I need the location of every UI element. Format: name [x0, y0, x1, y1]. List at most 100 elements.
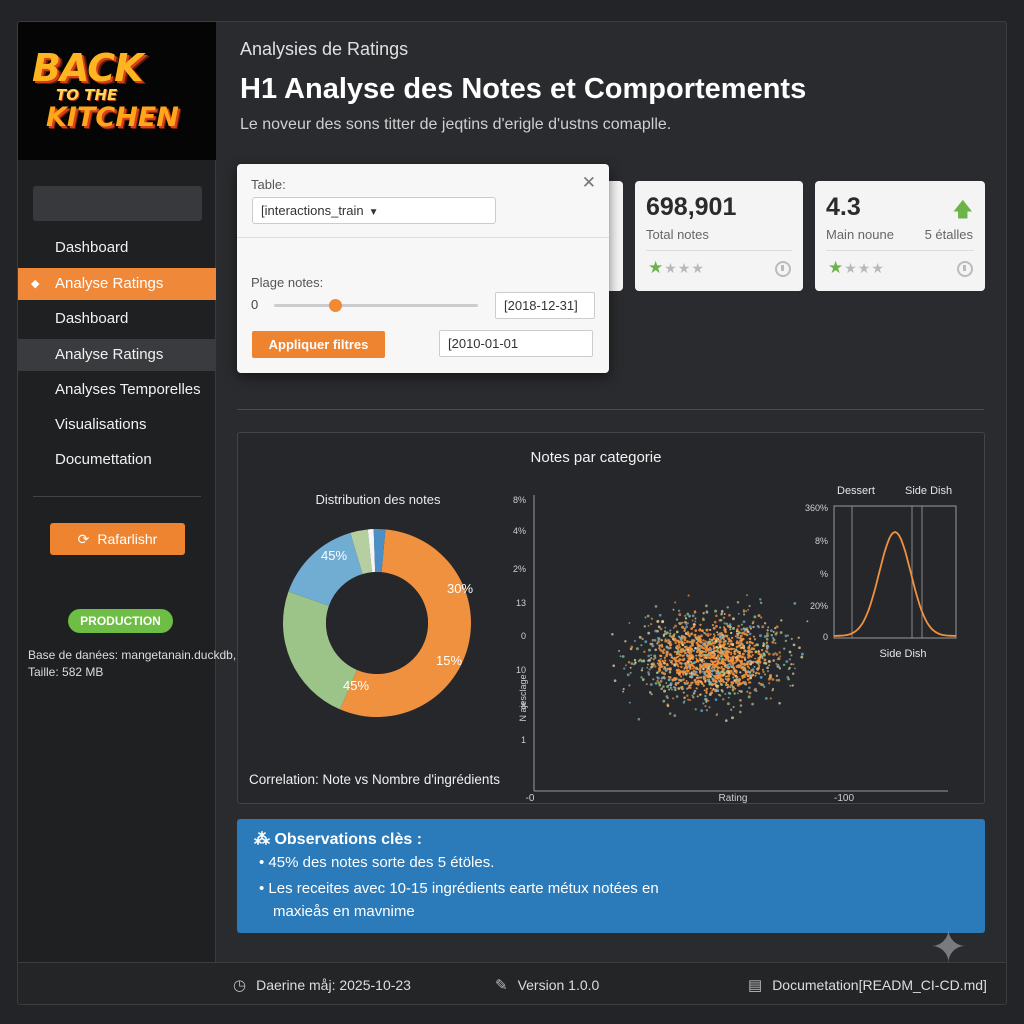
scatter-point [726, 642, 730, 645]
scatter-point [656, 676, 659, 679]
sidebar-item-analyses-temporelles[interactable]: Analyses Temporelles [18, 374, 216, 406]
scatter-point [700, 634, 703, 638]
scatter-point [709, 675, 712, 678]
database-size: Taille: 582 MB [28, 665, 104, 679]
scatter-point [679, 670, 682, 674]
scatter-point [699, 644, 703, 648]
close-icon[interactable]: ✕ [582, 173, 596, 193]
card-divider [826, 250, 974, 251]
scatter-point [727, 659, 730, 663]
scatter-point [687, 657, 690, 660]
refresh-button[interactable]: ⟳ Rafarlishr [50, 523, 185, 555]
footer-updated: ◷ Daerine måj: 2025-10-23 [233, 976, 411, 994]
scatter-point [705, 691, 708, 695]
x-tick-label: -0 [526, 793, 535, 804]
scatter-point [695, 673, 698, 676]
scatter-point [690, 662, 693, 665]
scatter-point [683, 629, 686, 633]
scatter-point [780, 619, 783, 622]
app-logo[interactable]: BACK TO THE KITCHEN [18, 22, 216, 160]
scatter-point [694, 660, 698, 664]
scatter-point [686, 640, 689, 644]
observation-text: 45% des notes sorte des 5 étöles. [268, 854, 495, 871]
scatter-point [672, 608, 675, 611]
scatter-point [741, 652, 745, 656]
info-icon[interactable] [775, 261, 791, 277]
scatter-point [641, 637, 644, 641]
scatter-point [769, 697, 772, 700]
scatter-point [684, 646, 687, 649]
scatter-point [715, 624, 718, 628]
scatter-point [668, 688, 671, 691]
table-select[interactable]: [interactions_train ▼ [252, 197, 496, 224]
scatter-point [659, 627, 663, 631]
scatter-point [772, 630, 775, 633]
scatter-point [644, 640, 648, 644]
scatter-point [661, 619, 665, 623]
scatter-point [727, 691, 731, 695]
scatter-point [727, 685, 730, 688]
scatter-point [629, 666, 632, 669]
scatter-point [788, 658, 792, 661]
scatter-point [687, 654, 690, 657]
scatter-point [752, 670, 755, 673]
active-bullet-icon: ◆ [31, 278, 40, 290]
scatter-point [647, 654, 651, 658]
page-title: H1 Analyse des Notes et Comportements [240, 73, 807, 105]
sidebar-item-analyse-ratings-2[interactable]: Analyse Ratings [18, 339, 216, 371]
date-start-input[interactable]: [2010-01-01 [439, 330, 593, 357]
scatter-point [800, 655, 804, 659]
scatter-point [623, 667, 626, 670]
scatter-point [789, 684, 792, 687]
scatter-point [752, 647, 756, 651]
scatter-point [742, 638, 745, 641]
scatter-point [733, 668, 736, 671]
scatter-point [699, 693, 702, 696]
info-icon[interactable] [957, 261, 973, 277]
scatter-point [735, 645, 739, 649]
scatter-point [765, 642, 768, 645]
scatter-point [649, 683, 653, 686]
scatter-point [700, 676, 703, 679]
scatter-point [749, 637, 752, 640]
sidebar-item-label: Documettation [55, 451, 152, 468]
scatter-point [733, 647, 736, 650]
scatter-point [759, 598, 762, 601]
scatter-point [668, 641, 672, 644]
scatter-point [684, 673, 688, 676]
sidebar-item-dashboard[interactable]: Dashboard [18, 232, 216, 264]
scatter-point [751, 622, 754, 625]
scatter-point [682, 691, 685, 694]
sidebar-item-dashboard-2[interactable]: Dashboard [18, 303, 216, 335]
scatter-point [790, 663, 793, 666]
scatter-point [718, 640, 721, 643]
sidebar-item-documentation[interactable]: Documettation [18, 444, 216, 476]
scatter-point [684, 620, 687, 624]
scatter-point [704, 648, 708, 652]
scatter-point [709, 649, 712, 652]
footer-docs-link[interactable]: ▤ Documetation[READM_CI-CD.md] [748, 976, 987, 994]
date-end-input[interactable]: [2018-12-31] [495, 292, 595, 319]
sidebar-item-analyse-ratings-active[interactable]: ◆ Analyse Ratings [18, 268, 216, 300]
scatter-point [693, 689, 697, 693]
donut-hole [326, 572, 428, 674]
sidebar-search-input[interactable] [33, 186, 202, 221]
y-axis-label: N ajesclage [518, 674, 528, 721]
scatter-point [792, 672, 795, 675]
filter-popover: Table: ✕ [interactions_train ▼ Plage note… [237, 164, 609, 373]
scatter-point [711, 624, 714, 627]
slider-thumb[interactable] [329, 299, 343, 312]
rating-range-slider[interactable] [274, 304, 478, 307]
scatter-point [759, 682, 763, 686]
scatter-point [705, 656, 708, 659]
sidebar-item-visualisations[interactable]: Visualisations [18, 409, 216, 441]
scatter-point [748, 604, 751, 608]
scatter-point [725, 671, 729, 675]
scatter-point [779, 631, 783, 635]
scatter-point [705, 709, 709, 712]
apply-filters-button[interactable]: Appliquer filtres [252, 331, 385, 358]
scatter-point [684, 651, 687, 655]
scatter-point [727, 696, 730, 699]
scatter-point [719, 679, 723, 683]
scatter-point [760, 616, 763, 619]
